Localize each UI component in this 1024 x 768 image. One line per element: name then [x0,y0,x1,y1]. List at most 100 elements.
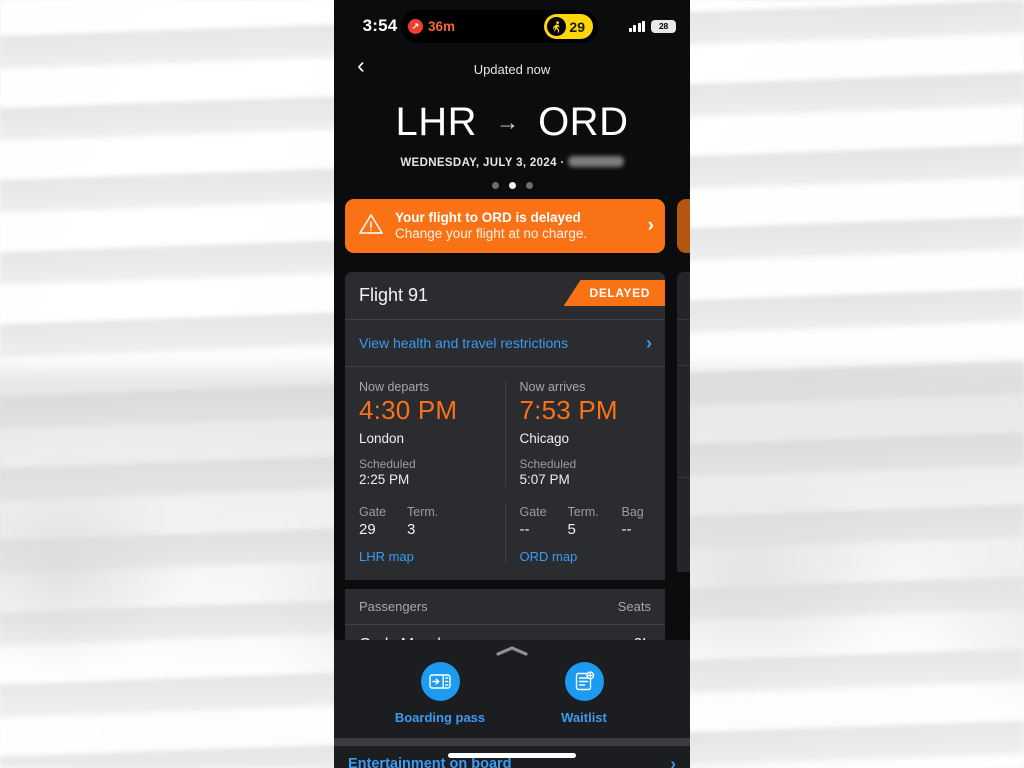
live-activity-count-pill: 29 [544,14,593,39]
page-dot-1[interactable] [491,182,499,189]
status-bar-indicators: 28 [628,19,676,33]
dynamic-island-live-activity[interactable]: ↗ 36m 29 [401,10,598,43]
seats-column-header: Seats [617,598,651,614]
warning-triangle-icon [358,212,384,241]
departure-scheduled-label: Scheduled [359,456,416,471]
travel-restrictions-row[interactable]: View health and travel restrictions › [345,320,665,366]
page-dot-2-active[interactable] [508,182,516,189]
flight-card-header: Flight 91 DELAYED [345,272,665,319]
origin-airport-code: LHR [395,100,478,144]
current-flight-slide: Your flight to ORD is delayed Change you… [345,199,665,666]
flight-times-section: Now departs 4:30 PM London Scheduled 2:2… [345,367,665,503]
arrow-up-right-icon: ↗ [408,19,423,34]
arrival-label: Now arrives [519,380,586,394]
arrival-map-link[interactable]: ORD map [520,549,652,564]
updated-timestamp: Updated now [473,61,551,77]
waitlist-button[interactable]: Waitlist [529,662,639,725]
arrival-gate-value: -- [519,520,530,538]
status-badge: DELAYED [563,280,665,306]
passengers-column-header: Passengers [359,598,428,614]
section-gap [345,579,665,589]
departure-scheduled-time: 2:25 PM [359,471,410,487]
departure-city: London [359,430,405,446]
page-dot-3[interactable] [525,182,533,189]
arrival-gate-label: Gate [519,504,547,519]
arrival-terminal-label: Term. [567,504,599,519]
departure-time: 4:30 PM [359,395,458,425]
sheet-separator [334,738,690,746]
arrival-terminal-value-cell: 5 [568,521,622,539]
battery-icon: 28 [651,19,676,33]
waitlist-clipboard-icon [564,662,604,701]
route-title: LHR → ORD [334,100,690,145]
arrival-bag-value-cell: -- [622,521,632,539]
alert-text: Your flight to ORD is delayed Change you… [395,210,637,243]
chevron-right-icon[interactable]: › [646,333,652,354]
cellular-signal-icon [628,20,645,32]
redacted-value [567,156,624,167]
boarding-pass-label: Boarding pass [394,710,486,725]
arrival-column: Now arrives 7:53 PM Chicago Scheduled 5:… [504,380,666,487]
next-flight-slide[interactable] [677,199,690,572]
arrival-gate-column: Gate Term. Bag -- 5 -- ORD map [504,502,666,564]
carousel-page-dots[interactable] [334,182,690,189]
next-slide-flight-card[interactable] [677,272,690,572]
flight-date-text: WEDNESDAY, JULY 3, 2024 · [400,157,565,169]
status-bar: 3:54 ↗ 36m 29 28 [334,0,690,52]
phone-screen: 3:54 ↗ 36m 29 28 ‹ Updated now LHR → ORD… [334,0,690,768]
travel-restrictions-link[interactable]: View health and travel restrictions [359,335,646,351]
quick-actions: Boarding pass Waitlist [334,662,690,725]
live-activity-count: 29 [569,18,585,35]
arrival-bag-label-cell: Bag [622,503,644,521]
boarding-pass-button[interactable]: Boarding pass [385,662,495,725]
alert-subtitle: Change your flight at no charge. [395,226,588,241]
arrival-terminal-label-cell: Term. [568,503,622,521]
gate-info-section: Gate Term. 29 3 LHR map Gate Term. Bag -… [345,502,666,580]
divider [677,477,690,478]
arrival-gate-value-cell: -- [520,521,568,539]
divider [677,319,690,320]
navigation-bar: ‹ Updated now [334,52,690,86]
destination-airport-code: ORD [538,100,629,144]
departure-terminal-label: Term. [407,504,439,519]
chevron-right-icon[interactable]: › [648,215,654,237]
departure-terminal-value-cell: 3 [407,521,461,539]
arrival-time: 7:53 PM [519,395,618,425]
departure-gate-value: 29 [359,520,376,538]
flight-details-card: Flight 91 DELAYED View health and travel… [345,272,665,580]
departure-gate-values: 29 3 [359,521,491,539]
flight-date: WEDNESDAY, JULY 3, 2024 · [334,156,690,169]
departure-label: Now departs [359,380,430,394]
next-slide-alert-banner[interactable] [677,199,690,253]
chevron-left-icon[interactable]: ‹ [346,50,376,80]
departure-map-link[interactable]: LHR map [359,549,491,564]
delay-alert-banner[interactable]: Your flight to ORD is delayed Change you… [345,199,665,253]
departure-terminal-value: 3 [407,520,416,538]
arrival-gate-label-cell: Gate [520,503,568,521]
departure-gate-labels: Gate Term. [359,503,491,521]
arrival-gate-labels: Gate Term. Bag [520,503,652,521]
departure-terminal-label-cell: Term. [407,503,461,521]
passengers-table-header: Passengers Seats [345,588,665,624]
arrival-bag-label: Bag [621,504,644,519]
chevron-up-icon [496,646,528,656]
bottom-action-sheet: Boarding pass Waitlist Entertainment on … [334,640,690,768]
arrival-terminal-value: 5 [567,520,576,538]
walking-person-icon [547,17,567,36]
divider [677,365,690,366]
departure-column: Now departs 4:30 PM London Scheduled 2:2… [345,380,505,487]
sheet-drag-handle[interactable] [334,640,690,662]
arrival-scheduled-time: 5:07 PM [519,471,570,487]
departure-gate-label: Gate [359,504,387,519]
alert-title: Your flight to ORD is delayed [395,209,581,225]
arrival-city: Chicago [519,430,570,446]
flight-number: Flight 91 [359,285,429,305]
arrival-gate-values: -- 5 -- [520,521,652,539]
live-activity-eta: 36m [428,19,456,34]
departure-gate-value-cell: 29 [359,521,407,539]
waitlist-label: Waitlist [561,710,607,725]
boarding-pass-icon [420,662,460,701]
chevron-right-icon[interactable]: › [670,754,676,768]
route-arrow-icon: → [496,109,520,135]
home-indicator [448,753,576,758]
